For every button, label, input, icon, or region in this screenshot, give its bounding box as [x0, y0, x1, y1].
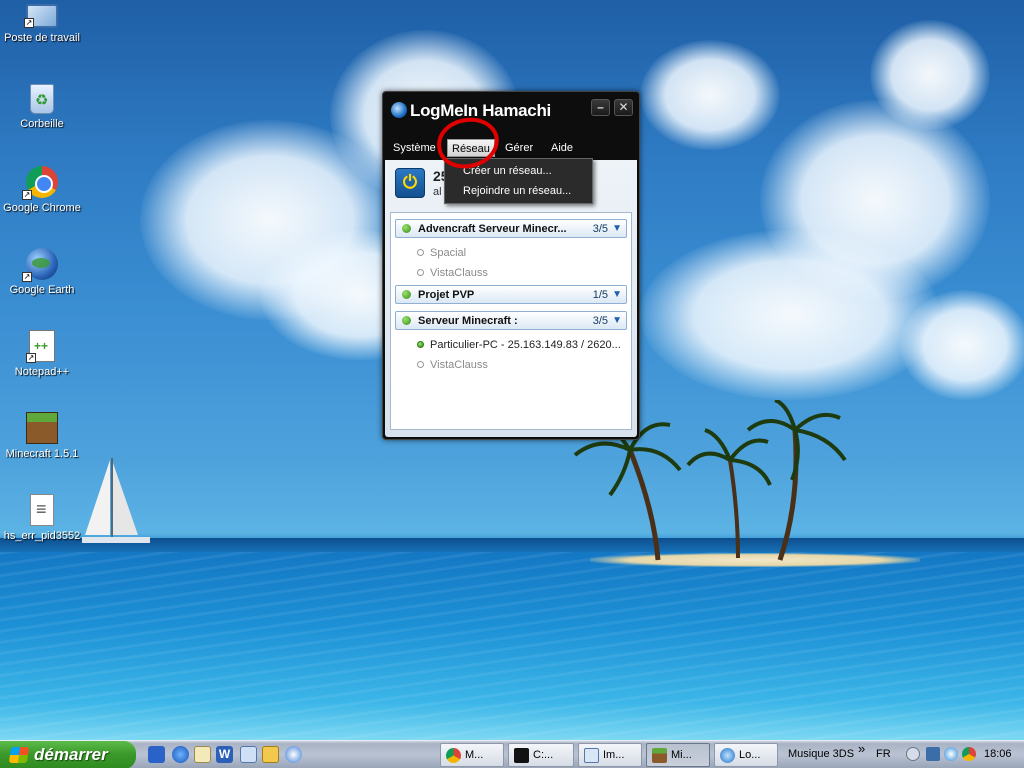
show-desktop-icon[interactable]: [148, 746, 165, 763]
toolbar-label[interactable]: Musique 3DS: [788, 741, 854, 768]
folder-icon[interactable]: [194, 746, 211, 763]
desktop-icon-recycle-bin[interactable]: Corbeille: [0, 84, 84, 130]
peer-item[interactable]: Particulier-PC - 25.163.149.83 / 2620...: [417, 339, 627, 351]
menu-aide[interactable]: Aide: [547, 139, 577, 157]
desktop-icon-label: hs_err_pid3552: [3, 530, 81, 542]
tray-expand-icon[interactable]: [906, 747, 920, 761]
minecraft-icon: [26, 412, 58, 444]
system-tray: 18:06: [900, 741, 1024, 768]
word-icon[interactable]: W: [216, 746, 233, 763]
media-player-icon[interactable]: [285, 746, 302, 763]
network-count: 3/5: [592, 223, 608, 235]
toolbar-chevron[interactable]: »: [858, 736, 865, 764]
network-group[interactable]: Advencraft Serveur Minecr... 3/5 ▼: [395, 219, 627, 238]
network-name: Projet PVP: [418, 289, 475, 301]
desktop-icon-label: Google Earth: [9, 284, 75, 296]
status-online-icon: [402, 316, 411, 325]
chrome-icon: [446, 748, 461, 763]
status-offline-icon: [417, 269, 424, 276]
minecraft-icon: [652, 748, 667, 763]
recycle-bin-icon: [30, 84, 54, 114]
status-offline-icon: [417, 361, 424, 368]
computer-icon: ↗: [24, 4, 58, 28]
image-icon: [584, 748, 599, 763]
start-label: démarrer: [34, 745, 108, 764]
task-button[interactable]: C:...: [508, 743, 574, 767]
chrome-tray-icon[interactable]: [962, 747, 976, 761]
peer-item[interactable]: VistaClauss: [417, 267, 627, 279]
network-icon[interactable]: [926, 747, 940, 761]
network-group[interactable]: Projet PVP 1/5 ▼: [395, 285, 627, 304]
power-button[interactable]: ⏻: [395, 168, 425, 198]
menu-systeme[interactable]: Système: [389, 139, 440, 157]
close-button[interactable]: ✕: [614, 99, 633, 116]
network-list: Advencraft Serveur Minecr... 3/5 ▼ Spaci…: [390, 212, 632, 430]
task-button[interactable]: Lo...: [714, 743, 778, 767]
desktop-icon-minecraft[interactable]: Minecraft 1.5.1: [0, 412, 84, 460]
desktop-icon-label: Poste de travail: [4, 32, 80, 44]
sea: [0, 552, 1024, 740]
desktop-icon-computer[interactable]: ↗ Poste de travail: [0, 4, 84, 44]
menu-gerer[interactable]: Gérer: [501, 139, 537, 157]
task-button[interactable]: M...: [440, 743, 504, 767]
network-name: Serveur Minecraft :: [418, 315, 518, 327]
network-name: Advencraft Serveur Minecr...: [418, 223, 567, 235]
cloud: [640, 230, 940, 400]
hamachi-tray-icon[interactable]: [944, 747, 958, 761]
clock[interactable]: 18:06: [984, 741, 1012, 768]
cloud: [900, 290, 1024, 400]
desktop-icon-chrome[interactable]: ↗ Google Chrome: [0, 166, 84, 214]
sailboat: [82, 458, 150, 543]
notepad-plus-plus-icon: ↗: [26, 330, 55, 363]
chevron-down-icon[interactable]: ▼: [612, 315, 622, 326]
chevron-down-icon[interactable]: ▼: [612, 223, 622, 234]
task-button[interactable]: Im...: [578, 743, 642, 767]
start-button[interactable]: démarrer: [0, 741, 136, 768]
desktop-icon-text-file[interactable]: hs_err_pid3552: [0, 494, 84, 542]
google-earth-icon: ↗: [22, 248, 58, 282]
desktop-icon-label: Corbeille: [20, 118, 64, 130]
text-file-icon: [30, 494, 54, 526]
status-online-icon: [402, 224, 411, 233]
task-button[interactable]: Mi...: [646, 743, 710, 767]
status-offline-icon: [417, 249, 424, 256]
hamachi-icon: [720, 748, 735, 763]
client-name: al: [433, 186, 442, 198]
chevron-down-icon[interactable]: ▼: [612, 289, 622, 300]
windows-flag-icon: [8, 747, 30, 763]
chrome-icon: ↗: [22, 166, 58, 200]
cmd-icon: [514, 748, 529, 763]
window-icon[interactable]: [240, 746, 257, 763]
network-count: 1/5: [592, 289, 608, 301]
desktop-icon-label: Notepad++: [14, 366, 70, 378]
status-online-icon: [417, 341, 424, 348]
desktop-icon-label: Minecraft 1.5.1: [5, 448, 79, 460]
desktop-icon-notepad-plus-plus[interactable]: ↗ Notepad++: [0, 330, 84, 378]
network-count: 3/5: [592, 315, 608, 327]
cloud: [870, 20, 990, 130]
desktop-icon-google-earth[interactable]: ↗ Google Earth: [0, 248, 84, 296]
taskbar: démarrer W M... C:... Im... Mi... Lo... …: [0, 740, 1024, 768]
language-indicator[interactable]: FR: [876, 741, 891, 768]
internet-explorer-icon[interactable]: [172, 746, 189, 763]
hamachi-window: LogMeIn Hamachi – ✕ Système Réseau Gérer…: [382, 91, 640, 440]
menu-item-join-network[interactable]: Rejoindre un réseau...: [463, 183, 571, 199]
cloud: [640, 40, 780, 150]
status-online-icon: [402, 290, 411, 299]
hamachi-logo-icon: [391, 102, 407, 118]
network-group[interactable]: Serveur Minecraft : 3/5 ▼: [395, 311, 627, 330]
desktop-icon-label: Google Chrome: [3, 202, 81, 214]
explorer-icon[interactable]: [262, 746, 279, 763]
menu-bar: Système Réseau Gérer Aide: [383, 136, 639, 160]
peer-item[interactable]: VistaClauss: [417, 359, 627, 371]
peer-item[interactable]: Spacial: [417, 247, 627, 259]
minimize-button[interactable]: –: [591, 99, 610, 116]
